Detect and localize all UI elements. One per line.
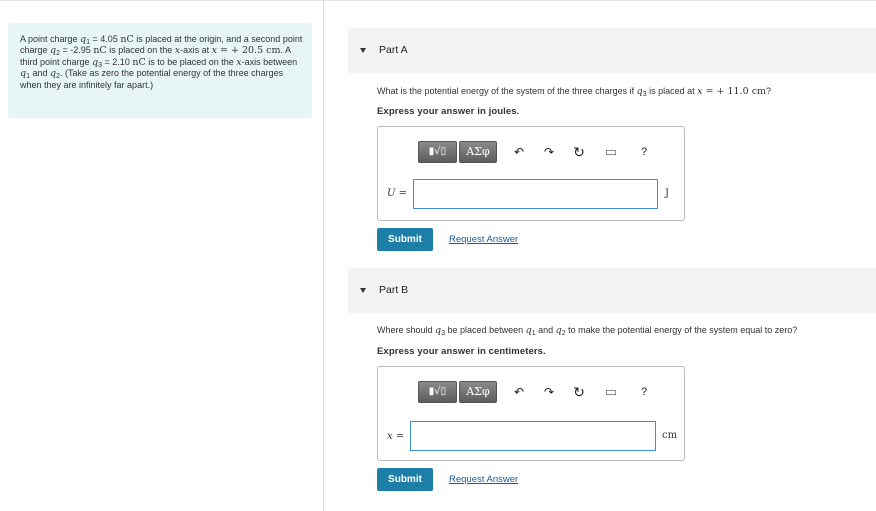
part-b-submit-button[interactable]: Submit [377,468,433,491]
question-text: to make the potential energy of the syst… [565,325,798,335]
problem-text: . (Take as zero the potential energy of … [20,68,284,90]
part-a-header[interactable]: Part A [348,28,876,73]
answer-unit-label: J [665,188,670,199]
problem-statement: A point charge q1 = 4.05 nC is placed at… [8,23,312,118]
part-a-instruction: Express your answer in joules. [377,106,520,117]
problem-text: -axis between [241,56,298,67]
answer-variable-label: x = [387,431,405,442]
part-b-answer-box: ▮√▯ ΑΣφ ↶ ↷ ↻ ▭ ? x = cm [377,366,685,461]
part-a-title: Part A [379,44,408,56]
part-b-question: Where should q3 be placed between q1 and… [377,325,798,337]
top-rule-left [0,0,323,1]
column-divider [323,0,324,511]
templates-button[interactable]: ▮√▯ [418,141,457,163]
unit-nc: nC [93,45,107,57]
problem-text: is placed on the [106,45,175,56]
templates-button[interactable]: ▮√▯ [418,381,457,403]
undo-icon[interactable]: ↶ [511,141,527,163]
keyboard-icon[interactable]: ▭ [603,141,619,163]
problem-text: and [30,68,51,79]
collapse-triangle-icon[interactable] [360,48,366,53]
problem-text: = 4.05 [90,34,121,44]
answer-unit-label: cm [662,430,678,441]
part-b-answer-input[interactable] [410,421,656,451]
part-b-instruction: Express your answer in centimeters. [377,346,546,357]
reset-icon[interactable]: ↻ [571,141,587,163]
problem-text: A point charge [20,34,81,44]
unit-cm: cm [751,86,767,97]
unit-nc: nC [132,56,146,68]
top-rule-right [323,0,876,1]
part-b-request-answer-link[interactable]: Request Answer [449,474,518,485]
part-b-header[interactable]: Part B [348,268,876,313]
question-text: What is the potential energy of the syst… [377,86,637,96]
greek-symbols-button[interactable]: ΑΣφ [459,141,497,163]
question-text: Where should [377,325,436,335]
problem-text: -axis at [180,45,212,56]
question-text: be placed between [445,325,526,335]
greek-symbols-button[interactable]: ΑΣφ [459,381,497,403]
collapse-triangle-icon[interactable] [360,288,366,293]
part-a-answer-input[interactable] [413,179,658,209]
undo-icon[interactable]: ↶ [511,381,527,403]
reset-icon[interactable]: ↻ [571,381,587,403]
problem-text: is to be placed on the [145,56,237,67]
question-text: ? [766,86,772,96]
part-a-submit-button[interactable]: Submit [377,228,433,251]
redo-icon[interactable]: ↷ [541,381,557,403]
question-text: is placed at [646,86,698,96]
part-a-answer-box: ▮√▯ ΑΣφ ↶ ↷ ↻ ▭ ? U = J [377,126,685,221]
redo-icon[interactable]: ↷ [541,141,557,163]
part-a-question: What is the potential energy of the syst… [377,86,772,98]
problem-text: = 2.10 [102,56,133,67]
answer-variable-label: U = [387,188,407,199]
problem-text: = -2.95 [60,45,94,56]
problem-text: = + 20.5 [216,45,267,57]
unit-nc: nC [120,34,134,45]
keyboard-icon[interactable]: ▭ [603,381,619,403]
unit-cm: cm [266,45,281,57]
question-text: = + 11.0 [702,86,752,97]
question-text: and [535,325,556,335]
help-icon[interactable]: ? [636,381,652,403]
help-icon[interactable]: ? [636,141,652,163]
part-b-title: Part B [379,284,409,296]
part-a-request-answer-link[interactable]: Request Answer [449,234,518,245]
